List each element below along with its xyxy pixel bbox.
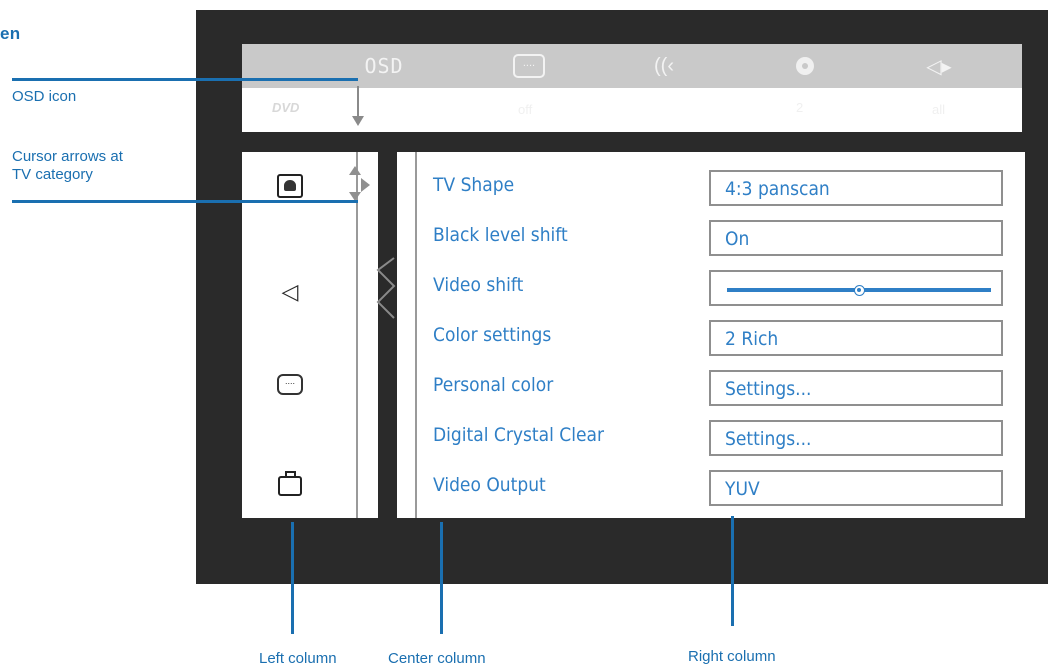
status-value-3: all — [932, 102, 946, 117]
setting-label: Video Output — [433, 474, 546, 496]
setting-value-box[interactable]: 2 Rich — [709, 320, 1003, 356]
setting-value: 2 Rich — [725, 328, 779, 350]
video-shift-slider[interactable] — [727, 285, 991, 296]
left-column-divider — [356, 152, 358, 518]
slider-center-dot — [857, 288, 861, 292]
left-column-callout-label: Left column — [259, 650, 337, 667]
setting-value: YUV — [725, 478, 760, 500]
setting-label: TV Shape — [433, 174, 515, 196]
setting-value: Settings... — [725, 378, 812, 400]
setting-row-tv-shape[interactable]: TV Shape 4:3 panscan — [397, 162, 1025, 212]
setting-value: Settings... — [725, 428, 812, 450]
setting-row-digital-crystal-clear[interactable]: Digital Crystal Clear Settings... — [397, 412, 1025, 462]
setting-row-video-output[interactable]: Video Output YUV — [397, 462, 1025, 512]
setting-value-box[interactable]: 4:3 panscan — [709, 170, 1003, 206]
setting-label: Digital Crystal Clear — [433, 424, 604, 446]
setting-label: Color settings — [433, 324, 552, 346]
osd-down-arrow-icon — [352, 116, 364, 126]
briefcase-icon — [278, 471, 302, 496]
speaker-glyph: ◁▸ — [926, 55, 952, 78]
setting-row-black-level[interactable]: Black level shift On — [397, 212, 1025, 262]
settings-panel: TV Shape 4:3 panscan Black level shift O… — [397, 152, 1025, 518]
category-audio[interactable]: ◁ — [276, 278, 304, 306]
cursor-up-arrow-icon — [349, 166, 361, 175]
status-value-2: 2 — [796, 100, 804, 115]
setting-value-box[interactable] — [709, 270, 1003, 306]
center-column-callout-line — [440, 522, 443, 634]
category-bracket-icon — [376, 257, 396, 319]
category-tv[interactable] — [276, 172, 304, 200]
osd-callout-line — [12, 78, 358, 81]
setting-value-box[interactable]: On — [709, 220, 1003, 256]
setting-row-color-settings[interactable]: Color settings 2 Rich — [397, 312, 1025, 362]
setting-row-personal-color[interactable]: Personal color Settings... — [397, 362, 1025, 412]
osd-guide-line — [357, 86, 359, 118]
left-column-callout-line — [291, 522, 294, 634]
audio-language-icon[interactable]: ((‹ — [650, 52, 678, 80]
osd-callout-label: OSD icon — [12, 88, 77, 105]
cursor-callout-label-1: Cursor arrows at — [12, 148, 123, 165]
tv-icon — [277, 174, 303, 198]
setting-value: 4:3 panscan — [725, 178, 830, 200]
disc-icon[interactable] — [790, 52, 820, 80]
setting-label: Black level shift — [433, 224, 568, 246]
disc-type-logo: DVD — [272, 100, 300, 115]
setting-row-video-shift[interactable]: Video shift — [397, 262, 1025, 312]
speech-bubble-icon: .... — [277, 373, 303, 395]
document-heading: en — [0, 24, 21, 43]
speaker-icon: ◁ — [281, 279, 299, 304]
subtitle-icon[interactable]: .... — [512, 52, 546, 80]
osd-icon-bar: OSD .... ((‹ ◁▸ — [242, 44, 1022, 88]
right-column-callout-line — [731, 516, 734, 626]
cursor-callout-label-2: TV category — [12, 166, 93, 183]
left-column: ◁ .... — [242, 152, 396, 518]
cursor-right-arrow-icon — [361, 178, 370, 192]
center-column-callout-label: Center column — [388, 650, 486, 667]
setting-value: On — [725, 228, 750, 250]
subtitle-glyph: .... — [513, 54, 545, 78]
cursor-callout-line — [12, 200, 358, 203]
category-misc[interactable] — [276, 470, 304, 498]
osd-label: OSD — [364, 54, 404, 78]
category-subtitle[interactable]: .... — [276, 370, 304, 398]
speaker-output-icon[interactable]: ◁▸ — [924, 52, 954, 80]
right-column-callout-label: Right column — [688, 648, 776, 665]
setting-label: Personal color — [433, 374, 554, 396]
osd-icon[interactable]: OSD — [362, 52, 406, 80]
setting-label: Video shift — [433, 274, 524, 296]
status-value-1: off — [518, 102, 533, 117]
setting-value-box[interactable]: Settings... — [709, 420, 1003, 456]
setting-value-box[interactable]: Settings... — [709, 370, 1003, 406]
audio-glyph: ((‹ — [654, 54, 674, 77]
setting-value-box[interactable]: YUV — [709, 470, 1003, 506]
